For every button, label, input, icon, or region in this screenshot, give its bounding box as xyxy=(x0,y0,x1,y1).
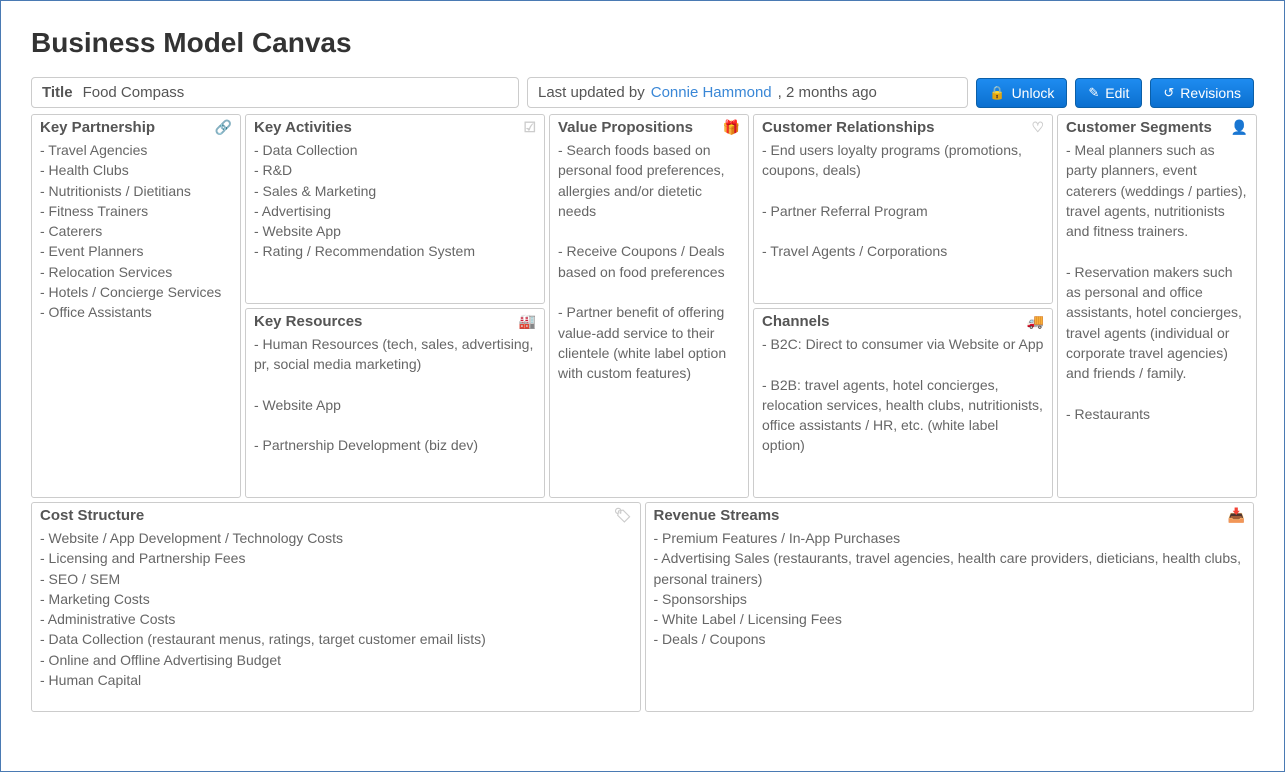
tag-icon: 🏷 xyxy=(614,507,632,524)
tile-body: - Travel Agencies - Health Clubs - Nutri… xyxy=(40,140,232,323)
tile-title: Value Propositions xyxy=(558,119,693,136)
inbox-icon: 📥 xyxy=(1228,507,1245,524)
edit-label: Edit xyxy=(1105,85,1129,101)
top-bar: Title Food Compass Last updated by Conni… xyxy=(31,77,1254,108)
unlock-button[interactable]: 🔒 Unlock xyxy=(976,78,1067,108)
user-icon: 👤 xyxy=(1231,119,1248,136)
tile-channels[interactable]: Channels 🚚 - B2C: Direct to consumer via… xyxy=(753,308,1053,498)
canvas-bottom-row: Cost Structure 🏷 - Website / App Develop… xyxy=(31,502,1254,712)
tile-customer-segments[interactable]: Customer Segments 👤 - Meal planners such… xyxy=(1057,114,1257,498)
tile-body: - Meal planners such as party planners, … xyxy=(1066,140,1248,424)
tile-title: Cost Structure xyxy=(40,507,144,524)
updated-user-link[interactable]: Connie Hammond xyxy=(651,84,772,101)
tile-title: Key Partnership xyxy=(40,119,155,136)
title-label: Title xyxy=(42,84,73,101)
last-updated-field: Last updated by Connie Hammond , 2 month… xyxy=(527,77,968,108)
tile-title: Key Activities xyxy=(254,119,352,136)
edit-icon: ✎ xyxy=(1088,85,1099,101)
title-value: Food Compass xyxy=(83,84,185,101)
tile-body: - Search foods based on personal food pr… xyxy=(558,140,740,384)
revisions-icon: ↺ xyxy=(1163,85,1174,101)
tile-value-propositions[interactable]: Value Propositions 🎁 - Search foods base… xyxy=(549,114,749,498)
tile-revenue-streams[interactable]: Revenue Streams 📥 - Premium Features / I… xyxy=(645,502,1255,712)
factory-icon: 🏭 xyxy=(519,313,536,330)
tile-cost-structure[interactable]: Cost Structure 🏷 - Website / App Develop… xyxy=(31,502,641,712)
canvas-title-field[interactable]: Title Food Compass xyxy=(31,77,519,108)
lock-icon: 🔒 xyxy=(989,85,1005,101)
tile-body: - Website / App Development / Technology… xyxy=(40,528,632,690)
gift-icon: 🎁 xyxy=(723,119,740,136)
updated-prefix: Last updated by xyxy=(538,84,645,101)
page-title: Business Model Canvas xyxy=(31,27,1254,59)
canvas-grid: Key Partnership 🔗 - Travel Agencies - He… xyxy=(31,114,1254,498)
tile-title: Key Resources xyxy=(254,313,362,330)
revisions-label: Revisions xyxy=(1180,85,1241,101)
tile-title: Revenue Streams xyxy=(654,507,780,524)
tile-key-partnership[interactable]: Key Partnership 🔗 - Travel Agencies - He… xyxy=(31,114,241,498)
checkbox-icon: ☑ xyxy=(523,119,536,136)
tile-key-activities[interactable]: Key Activities ☑ - Data Collection - R&D… xyxy=(245,114,545,304)
tile-title: Customer Segments xyxy=(1066,119,1212,136)
unlock-label: Unlock xyxy=(1012,85,1055,101)
truck-icon: 🚚 xyxy=(1027,313,1044,330)
tile-body: - B2C: Direct to consumer via Website or… xyxy=(762,334,1044,456)
tile-title: Channels xyxy=(762,313,830,330)
tile-key-resources[interactable]: Key Resources 🏭 - Human Resources (tech,… xyxy=(245,308,545,498)
heart-icon: ♡ xyxy=(1031,119,1044,136)
tile-title: Customer Relationships xyxy=(762,119,935,136)
tile-body: - Data Collection - R&D - Sales & Market… xyxy=(254,140,536,262)
edit-button[interactable]: ✎ Edit xyxy=(1075,78,1142,108)
tile-body: - Premium Features / In-App Purchases - … xyxy=(654,528,1246,650)
revisions-button[interactable]: ↺ Revisions xyxy=(1150,78,1254,108)
link-icon: 🔗 xyxy=(215,119,232,136)
updated-suffix: , 2 months ago xyxy=(778,84,877,101)
tile-customer-relationships[interactable]: Customer Relationships ♡ - End users loy… xyxy=(753,114,1053,304)
tile-body: - Human Resources (tech, sales, advertis… xyxy=(254,334,536,456)
tile-body: - End users loyalty programs (promotions… xyxy=(762,140,1044,262)
